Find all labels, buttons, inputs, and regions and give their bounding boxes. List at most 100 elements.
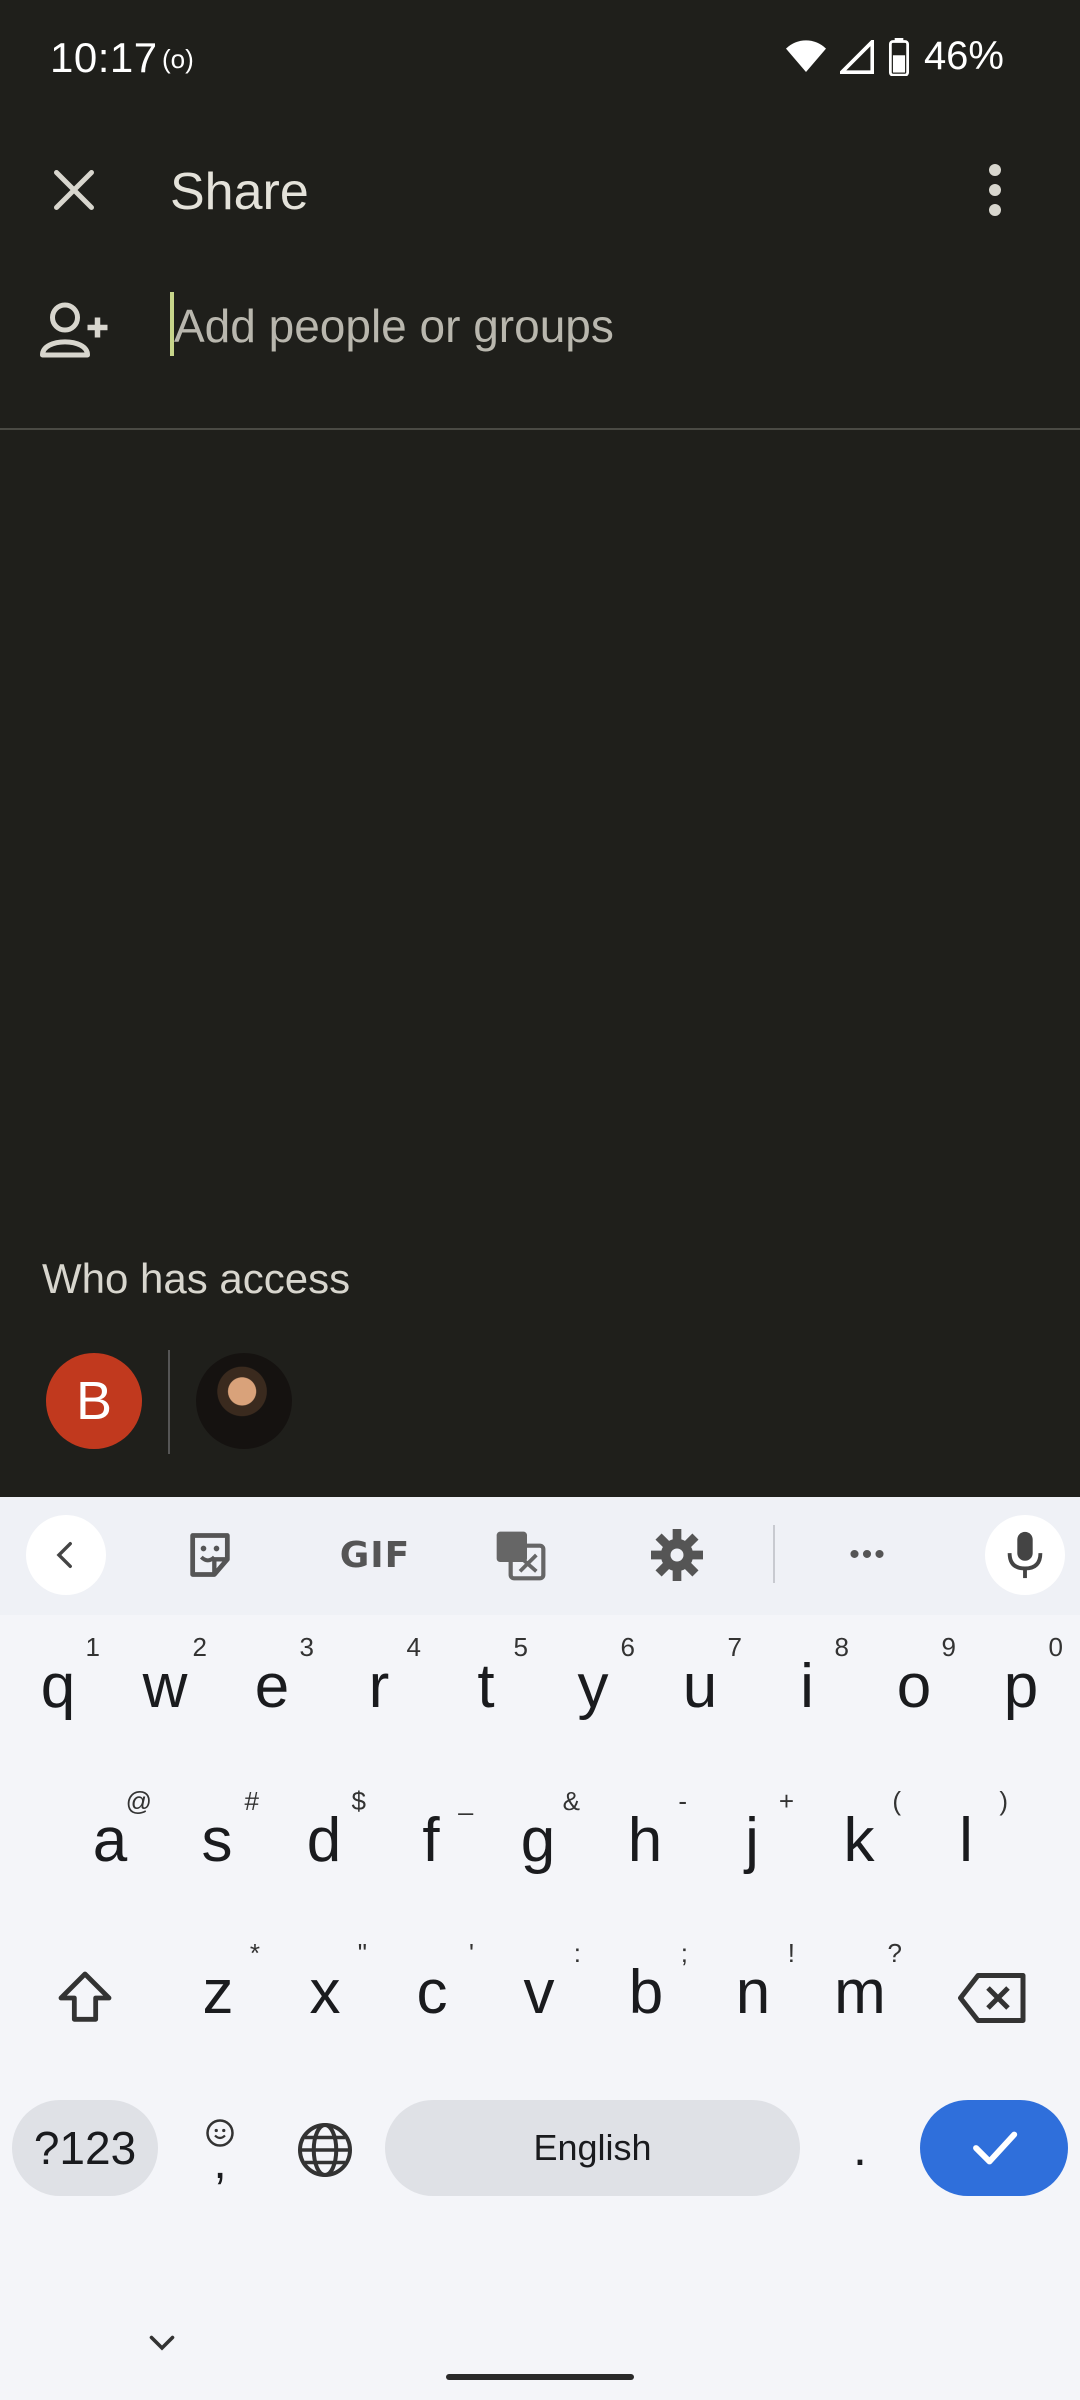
key-label: r (368, 1651, 390, 1721)
space-key[interactable]: English (385, 2100, 800, 2196)
enter-key[interactable] (920, 2100, 1068, 2196)
avatar-divider (168, 1350, 170, 1454)
key-label: u (682, 1651, 718, 1721)
key-label: b (628, 1957, 664, 2027)
key-hint: 6 (620, 1632, 635, 1662)
key-y[interactable]: y6 (543, 1626, 643, 1746)
shift-icon (58, 1971, 112, 2022)
home-indicator[interactable] (446, 2374, 634, 2380)
settings-button[interactable] (637, 1520, 717, 1590)
key-label: g (520, 1805, 556, 1875)
period-key[interactable]: . (830, 2100, 890, 2196)
gif-button[interactable]: GIF (325, 1520, 425, 1590)
wifi-icon (785, 39, 826, 72)
shift-key[interactable] (40, 1938, 130, 2058)
key-label: k (843, 1805, 875, 1875)
toolbar-back-button[interactable] (26, 1515, 106, 1595)
key-hint: 9 (941, 1632, 956, 1662)
key-hint: 1 (85, 1632, 100, 1662)
key-hint: ' (469, 1938, 474, 1968)
check-icon (973, 2131, 1018, 2165)
key-hint: $ (351, 1786, 366, 1816)
more-tools-button[interactable]: ••• (828, 1520, 908, 1590)
signal-icon (839, 39, 874, 74)
key-hint: ( (892, 1786, 901, 1816)
key-hint: 2 (192, 1632, 207, 1662)
key-hint: # (244, 1786, 259, 1816)
key-label: n (735, 1957, 771, 2027)
key-hint: ) (999, 1786, 1008, 1816)
key-hint: 7 (727, 1632, 742, 1662)
key-d[interactable]: d $ (274, 1780, 374, 1900)
key-o[interactable]: o9 (864, 1626, 964, 1746)
key-s[interactable]: s # (167, 1780, 267, 1900)
key-label: a (92, 1805, 128, 1875)
key-hint: * (249, 1938, 260, 1968)
key-u[interactable]: u7 (650, 1626, 750, 1746)
key-hint: @ (125, 1786, 152, 1816)
battery-percent: 46% (923, 34, 1004, 78)
chevron-down-icon (149, 2335, 175, 2351)
key-hint: ? (887, 1938, 902, 1968)
key-e[interactable]: e3 (222, 1626, 322, 1746)
key-label: i (800, 1651, 814, 1721)
add-people-input[interactable] (170, 290, 994, 362)
voice-input-button[interactable] (985, 1515, 1065, 1595)
key-j[interactable]: j + (702, 1780, 802, 1900)
sticker-icon (190, 1533, 230, 1577)
key-label: p (1003, 1651, 1039, 1721)
key-v[interactable]: v: (489, 1932, 589, 2052)
symbols-key[interactable]: ?123 (12, 2100, 158, 2196)
key-r[interactable]: r4 (329, 1626, 429, 1746)
globe-icon (298, 2123, 352, 2177)
mic-icon (1007, 1531, 1043, 1579)
key-b[interactable]: b; (596, 1932, 696, 2052)
text-caret (170, 292, 174, 356)
key-l[interactable]: l) (916, 1780, 1016, 1900)
key-m[interactable]: m? (810, 1932, 910, 2052)
key-w[interactable]: w2 (115, 1626, 215, 1746)
key-hint: ; (680, 1938, 688, 1968)
who-has-access-heading: Who has access (42, 1255, 351, 1302)
key-i[interactable]: i8 (757, 1626, 857, 1746)
toolbar-separator (773, 1525, 775, 1583)
key-hint: + (778, 1786, 794, 1816)
page-title: Share (170, 163, 309, 221)
key-hint: ! (787, 1938, 795, 1968)
key-label: y (577, 1651, 609, 1721)
key-label: q (40, 1651, 76, 1721)
key-q[interactable]: q1 (8, 1626, 108, 1746)
comma-emoji-key[interactable]: , (190, 2100, 250, 2196)
hide-keyboard-button[interactable] (140, 2320, 184, 2364)
key-x[interactable]: x " (275, 1932, 375, 2052)
avatar[interactable]: B (46, 1353, 142, 1449)
key-c[interactable]: c ' (382, 1932, 482, 2052)
key-n[interactable]: n! (703, 1932, 803, 2052)
more-options-button[interactable] (970, 160, 1020, 220)
key-hint: - (678, 1786, 687, 1816)
key-f[interactable]: f _ (381, 1780, 481, 1900)
key-hint: 3 (299, 1632, 314, 1662)
key-hint: : (573, 1938, 581, 1968)
key-hint: & (562, 1786, 580, 1816)
avatar-photo[interactable] (196, 1353, 292, 1449)
backspace-key[interactable] (948, 1938, 1038, 2058)
key-h[interactable]: h- (595, 1780, 695, 1900)
backspace-icon (958, 1973, 1026, 2023)
key-p[interactable]: p0 (971, 1626, 1071, 1746)
key-z[interactable]: z * (168, 1932, 268, 2052)
key-label: v (523, 1957, 555, 2027)
key-k[interactable]: k( (809, 1780, 909, 1900)
key-a[interactable]: a @ (60, 1780, 160, 1900)
key-label: s (201, 1805, 233, 1875)
comma-label: , (213, 2136, 227, 2189)
key-t[interactable]: t5 (436, 1626, 536, 1746)
sticker-button[interactable] (170, 1520, 250, 1590)
key-label: l (959, 1805, 973, 1875)
key-g[interactable]: g & (488, 1780, 588, 1900)
more-vert-icon (989, 164, 1001, 216)
language-key[interactable] (290, 2120, 360, 2180)
back-icon (56, 1541, 72, 1569)
close-button[interactable] (44, 160, 104, 220)
translate-button[interactable] (480, 1520, 560, 1590)
